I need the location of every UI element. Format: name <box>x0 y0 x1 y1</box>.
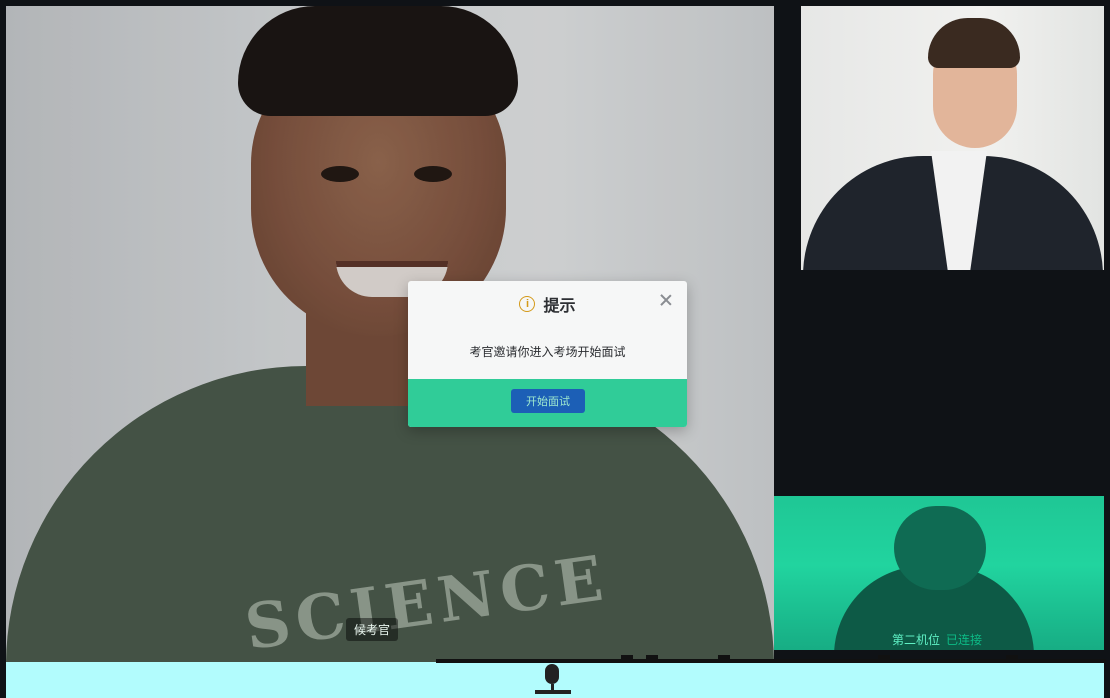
main-video-label: 候考官 <box>346 618 399 641</box>
examiner-video[interactable] <box>801 6 1104 270</box>
connection-status: 已连接 <box>946 633 983 647</box>
second-camera-head <box>894 506 986 590</box>
interview-room: SCIENCE 候考官 第二机位 已连接 i 提示 考官邀请你进入考场开始面试 开… <box>0 0 1110 698</box>
examiner-hair <box>928 18 1020 68</box>
control-indicator <box>621 655 633 663</box>
info-icon: i <box>519 296 536 312</box>
dialog-message: 考官邀请你进入考场开始面试 <box>469 345 626 359</box>
start-interview-button[interactable]: 开始面试 <box>511 389 585 413</box>
control-indicator <box>646 655 658 663</box>
dialog-header: i 提示 <box>408 291 687 317</box>
close-icon[interactable] <box>659 293 673 307</box>
dialog-footer: 开始面试 <box>408 379 687 427</box>
microphone-icon[interactable] <box>533 664 573 696</box>
second-camera-video[interactable]: 第二机位 已连接 <box>774 496 1104 650</box>
control-indicator <box>718 655 730 663</box>
control-bar <box>6 655 1106 698</box>
second-camera-name: 第二机位 <box>892 633 941 647</box>
control-indicator <box>1006 655 1018 663</box>
notice-dialog: i 提示 考官邀请你进入考场开始面试 开始面试 <box>408 281 687 427</box>
second-camera-label: 第二机位 已连接 <box>884 628 990 650</box>
control-indicator <box>878 655 890 663</box>
dialog-title: 提示 <box>543 298 576 315</box>
